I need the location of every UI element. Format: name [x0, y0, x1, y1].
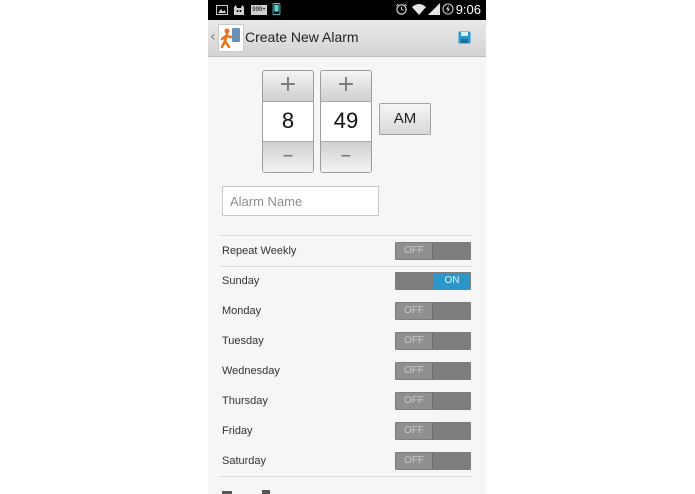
minute-decrement-button[interactable]: –: [321, 141, 371, 172]
999-badge-icon: 999+: [251, 5, 267, 15]
setting-label: Wednesday: [222, 365, 280, 377]
hour-picker: + 8 –: [262, 70, 314, 173]
friday-toggle[interactable]: OFF: [395, 422, 471, 440]
setting-label: Friday: [222, 425, 253, 437]
phone-screen: 999+ 9:06 ‹ Create New Alarm + 8 – + 49 …: [208, 0, 486, 494]
alarm-clock-icon: [396, 3, 407, 15]
setting-label: Monday: [222, 305, 262, 317]
next-row-partial: [222, 489, 282, 494]
wifi-icon: [412, 4, 426, 15]
day-row-tuesday: Tuesday OFF: [220, 327, 472, 357]
ampm-toggle-button[interactable]: AM: [379, 103, 431, 135]
toggle-state: OFF: [396, 453, 433, 469]
tuesday-toggle[interactable]: OFF: [395, 332, 471, 350]
toggle-state: OFF: [396, 423, 433, 439]
saturday-toggle[interactable]: OFF: [395, 452, 471, 470]
toggle-state: OFF: [396, 303, 433, 319]
hour-value[interactable]: 8: [263, 102, 313, 140]
save-floppy-icon[interactable]: [458, 31, 471, 44]
clock-time: 9:06: [455, 2, 481, 17]
minute-picker: + 49 –: [320, 70, 372, 173]
repeat-weekly-row: Repeat Weekly OFF: [220, 237, 472, 267]
day-row-sunday: Sunday ON: [220, 267, 472, 297]
hour-decrement-button[interactable]: –: [263, 141, 313, 172]
thursday-toggle[interactable]: OFF: [395, 392, 471, 410]
setting-label: Thursday: [222, 395, 268, 407]
signal-icon: [428, 3, 440, 15]
toggle-state: ON: [434, 273, 470, 289]
image-icon: [216, 5, 228, 15]
next-row-partial-mark: [262, 490, 270, 494]
divider: [220, 476, 472, 477]
toggle-state: OFF: [396, 333, 433, 349]
alarm-name-input[interactable]: [222, 186, 379, 216]
repeat-weekly-toggle[interactable]: OFF: [395, 242, 471, 260]
status-bar: 999+ 9:06: [208, 0, 486, 20]
day-row-wednesday: Wednesday OFF: [220, 357, 472, 387]
setting-label: Tuesday: [222, 335, 264, 347]
divider: [220, 235, 472, 236]
day-row-saturday: Saturday OFF: [220, 447, 472, 477]
setting-label: Saturday: [222, 455, 267, 467]
battery-charging-icon: [442, 3, 454, 15]
wednesday-toggle[interactable]: OFF: [395, 362, 471, 380]
minute-increment-button[interactable]: +: [321, 71, 371, 102]
toggle-state: OFF: [396, 393, 433, 409]
phone-icon: [272, 3, 281, 15]
cat-icon: [234, 5, 244, 15]
minute-value[interactable]: 49: [321, 102, 371, 140]
day-row-friday: Friday OFF: [220, 417, 472, 447]
back-caret-icon[interactable]: ‹: [210, 29, 216, 45]
setting-label: Sunday: [222, 275, 260, 287]
app-logo-icon[interactable]: [218, 24, 244, 52]
toggle-state: OFF: [396, 363, 433, 379]
monday-toggle[interactable]: OFF: [395, 302, 471, 320]
day-row-monday: Monday OFF: [220, 297, 472, 327]
toggle-state: OFF: [396, 243, 433, 259]
setting-label: Repeat Weekly: [222, 245, 297, 257]
page-title: Create New Alarm: [245, 29, 359, 45]
hour-increment-button[interactable]: +: [263, 71, 313, 102]
day-row-thursday: Thursday OFF: [220, 387, 472, 417]
action-bar: ‹ Create New Alarm: [208, 20, 486, 57]
sunday-toggle[interactable]: ON: [395, 272, 471, 290]
